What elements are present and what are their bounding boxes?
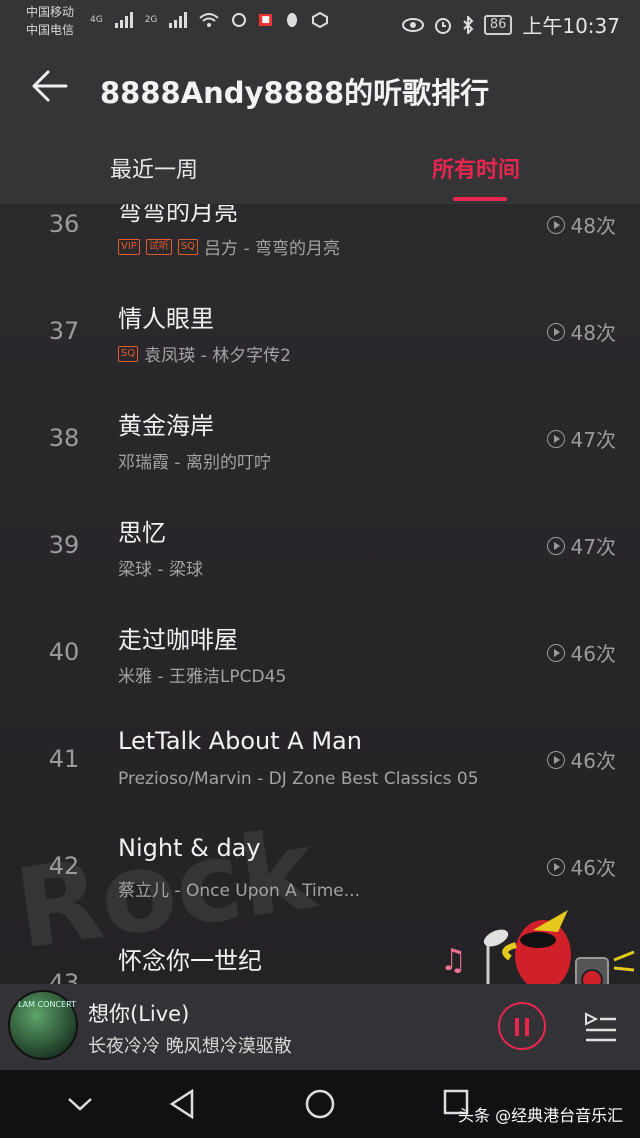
sq-badge: SQ	[177, 238, 199, 255]
list-item[interactable]: 41 LetTalk About A Man Prezioso/Marvin -…	[0, 727, 640, 834]
bluetooth-icon	[463, 15, 474, 34]
song-title: 弯弯的月亮	[118, 204, 238, 226]
play-count-text: 48次	[570, 214, 616, 238]
song-subtitle: VIP 试听 SQ 吕方 - 弯弯的月亮	[118, 234, 340, 259]
app-header	[0, 44, 640, 204]
artist-album: 吕方 - 弯弯的月亮	[204, 239, 340, 259]
play-count: 47次	[546, 424, 616, 453]
play-circle-icon	[546, 857, 565, 876]
carrier-secondary: 中国电信	[26, 23, 75, 37]
signal-group: 4G 2G ■	[90, 12, 328, 28]
artist-album: 袁凤瑛 - 林夕字传2	[144, 346, 291, 366]
play-circle-icon	[546, 643, 565, 662]
now-playing-lyric: 长夜冷冷 晚风想冷漠驱散	[88, 1036, 292, 1057]
play-count-text: 48次	[570, 321, 616, 345]
clock: 上午10:37	[522, 14, 620, 38]
qq-icon	[286, 13, 297, 27]
play-circle-icon	[546, 536, 565, 555]
play-count: 46次	[546, 638, 616, 667]
music-note-icon: ♫	[440, 943, 467, 978]
list-item[interactable]: 38 黄金海岸 邓瑞霞 - 离别的叮咛 47次	[0, 406, 640, 513]
rank-number: 40	[48, 638, 80, 666]
wifi-icon	[199, 13, 220, 27]
battery-indicator: 86	[483, 14, 513, 35]
artist-album: 梁球 - 梁球	[118, 560, 203, 580]
play-circle-icon	[546, 429, 565, 448]
song-title: 情人眼里	[118, 305, 214, 333]
artist-album: 邓瑞霞 - 离别的叮咛	[118, 453, 271, 473]
song-subtitle: SQ 袁凤瑛 - 林夕字传2	[118, 341, 291, 366]
weibo-icon	[232, 13, 247, 27]
song-subtitle: 米雅 - 王雅洁LPCD45	[118, 662, 286, 687]
rank-number: 36	[48, 210, 80, 238]
play-circle-icon	[546, 215, 565, 234]
play-count-text: 47次	[570, 535, 616, 559]
play-count: 48次	[546, 210, 616, 239]
song-subtitle: 蔡立儿 - Once Upon A Time...	[118, 876, 360, 901]
album-cover-text: LAM CONCERT	[18, 1000, 76, 1009]
ranking-list[interactable]: Rock 36 弯弯的月亮 VIP 试听 SQ 吕方 - 弯弯的月亮 48次 3…	[0, 204, 640, 984]
page-title: 8888Andy8888的听歌排行	[100, 76, 490, 110]
song-subtitle: 邓瑞霞 - 离别的叮咛	[118, 448, 271, 473]
tab-all-time[interactable]: 所有时间	[432, 152, 520, 184]
rank-number: 39	[48, 531, 80, 559]
play-count-text: 46次	[570, 749, 616, 773]
play-count: 46次	[546, 745, 616, 774]
artist-album: Prezioso/Marvin - DJ Zone Best Classics …	[118, 769, 479, 789]
list-item[interactable]: 37 情人眼里 SQ 袁凤瑛 - 林夕字传2 48次	[0, 299, 640, 406]
artist-album: 蔡立儿 - Once Upon A Time...	[118, 881, 360, 901]
alarm-icon	[434, 17, 451, 34]
vip-badge: VIP	[118, 238, 140, 255]
trial-badge: 试听	[145, 238, 172, 255]
song-title: LetTalk About A Man	[118, 727, 362, 755]
sq-badge: SQ	[118, 345, 139, 362]
signal-bars-icon-2	[169, 12, 188, 28]
back-triangle-icon[interactable]	[168, 1088, 196, 1120]
home-circle-icon[interactable]	[304, 1088, 336, 1120]
carrier-primary: 中国移动	[26, 5, 75, 19]
song-title: 走过咖啡屋	[118, 626, 238, 654]
tab-recent-week[interactable]: 最近一周	[110, 152, 198, 184]
signal-2g-label: 2G	[144, 15, 158, 25]
play-circle-icon	[546, 750, 565, 769]
song-subtitle: Prezioso/Marvin - DJ Zone Best Classics …	[118, 769, 479, 789]
play-count: 47次	[546, 531, 616, 560]
arrow-left-icon[interactable]	[30, 66, 70, 106]
active-tab-indicator	[453, 197, 507, 201]
signal-bars-icon	[114, 12, 133, 28]
artist-album: 米雅 - 王雅洁LPCD45	[118, 667, 287, 687]
list-item[interactable]: 36 弯弯的月亮 VIP 试听 SQ 吕方 - 弯弯的月亮 48次	[0, 204, 640, 299]
song-title: 怀念你一世纪	[118, 947, 262, 975]
list-item[interactable]: 39 思忆 梁球 - 梁球 47次	[0, 513, 640, 620]
song-title: 思忆	[118, 519, 166, 547]
signal-4g-label: 4G	[90, 15, 103, 25]
app-icon	[311, 12, 328, 28]
song-title: 黄金海岸	[118, 412, 214, 440]
song-subtitle: 梁球 - 梁球	[118, 555, 203, 580]
rank-number: 41	[48, 745, 80, 773]
toutiao-watermark: 头条 @经典港台音乐汇	[458, 1106, 624, 1125]
play-count: 46次	[546, 852, 616, 881]
rank-number: 38	[48, 424, 80, 452]
playlist-icon[interactable]	[582, 1008, 618, 1044]
play-count-text: 47次	[570, 428, 616, 452]
play-count: 48次	[546, 317, 616, 346]
play-circle-icon	[546, 322, 565, 341]
list-item[interactable]: 40 走过咖啡屋 米雅 - 王雅洁LPCD45 46次	[0, 620, 640, 727]
rank-number: 37	[48, 317, 80, 345]
status-right: 86 上午10:37	[401, 10, 620, 39]
pause-icon[interactable]	[498, 1002, 546, 1050]
song-title: Night & day	[118, 834, 261, 862]
toutiao-icon: ■	[259, 14, 272, 26]
play-count-text: 46次	[570, 856, 616, 880]
rank-number: 43	[48, 969, 80, 984]
play-count-text: 46次	[570, 642, 616, 666]
eye-icon	[401, 17, 424, 32]
chevron-down-icon[interactable]	[66, 1094, 94, 1114]
now-playing-title: 想你(Live)	[88, 1002, 190, 1026]
rank-number: 42	[48, 852, 80, 880]
